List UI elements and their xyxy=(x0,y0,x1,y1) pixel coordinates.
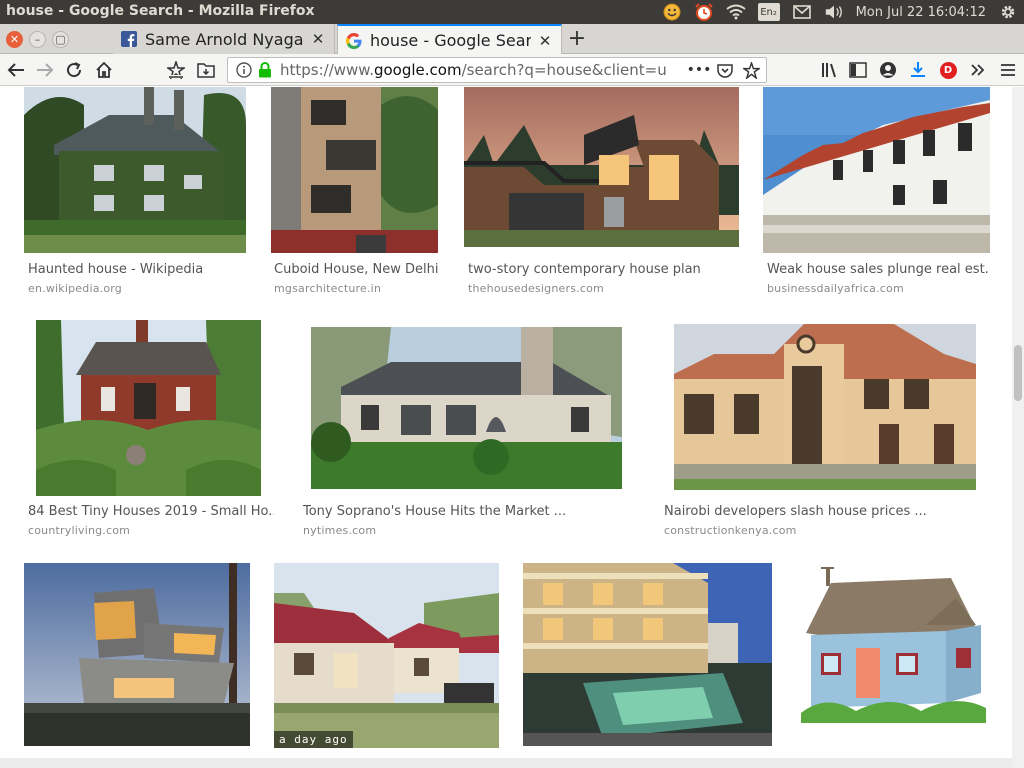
image-result[interactable]: Tony Soprano's House Hits the Market ...… xyxy=(299,320,636,542)
hamburger-menu-icon[interactable] xyxy=(996,58,1020,82)
tab-title: house - Google Search xyxy=(370,31,531,50)
site-info-icon[interactable] xyxy=(236,62,252,78)
tab-title: Same Arnold Nyaga xyxy=(145,29,304,49)
result-thumbnail[interactable] xyxy=(674,324,976,490)
result-source[interactable]: businessdailyafrica.com xyxy=(767,282,904,295)
window-title: house - Google Search - Mozilla Firefox xyxy=(6,3,315,19)
result-source[interactable]: mgsarchitecture.in xyxy=(274,282,381,295)
address-bar[interactable]: https://www.google.com/search?q=house&cl… xyxy=(227,57,767,83)
url-text[interactable]: https://www.google.com/search?q=house&cl… xyxy=(280,61,670,79)
image-result[interactable]: Nairobi developers slash house prices ..… xyxy=(660,320,990,542)
volume-icon[interactable] xyxy=(824,2,844,22)
result-title[interactable]: 84 Best Tiny Houses 2019 - Small Ho... xyxy=(28,504,274,519)
mail-icon[interactable] xyxy=(792,2,812,22)
window-minimize-button[interactable]: – xyxy=(29,31,46,48)
vertical-scrollbar[interactable] xyxy=(1012,87,1024,768)
scrollbar-thumb[interactable] xyxy=(1014,345,1022,401)
back-button[interactable] xyxy=(4,58,28,82)
image-result[interactable]: a day ago xyxy=(274,563,499,748)
result-thumbnail[interactable] xyxy=(523,563,772,746)
profile-badge: D xyxy=(939,61,957,79)
time-badge: a day ago xyxy=(274,731,353,748)
settings-gear-icon[interactable] xyxy=(998,2,1018,22)
os-top-bar: house - Google Search - Mozilla Firefox … xyxy=(0,0,1024,24)
forward-button[interactable] xyxy=(33,58,57,82)
page-actions-icon[interactable]: ••• xyxy=(687,61,712,79)
result-source[interactable]: nytimes.com xyxy=(303,524,376,537)
account-icon[interactable] xyxy=(876,58,900,82)
url-actions: ••• xyxy=(687,61,760,79)
image-result[interactable]: Weak house sales plunge real est... busi… xyxy=(763,87,990,300)
new-tab-button[interactable]: + xyxy=(566,26,588,51)
image-result[interactable] xyxy=(796,563,990,748)
wifi-icon[interactable] xyxy=(725,2,746,22)
sidebar-icon[interactable] xyxy=(846,58,870,82)
save-to-folder-icon[interactable] xyxy=(194,58,218,82)
alarm-clock-icon[interactable] xyxy=(694,2,714,22)
result-thumbnail[interactable] xyxy=(796,563,990,748)
url-domain: google.com xyxy=(373,61,462,79)
tab-strip: ✕ – ▢ Same Arnold Nyaga ✕ house - Google… xyxy=(0,24,1024,55)
navigation-toolbar: https://www.google.com/search?q=house&cl… xyxy=(0,54,1024,86)
horizontal-scrollbar[interactable] xyxy=(0,758,1012,768)
window-close-button[interactable]: ✕ xyxy=(6,31,23,48)
downloads-icon[interactable] xyxy=(906,58,930,82)
home-button[interactable] xyxy=(92,58,116,82)
result-source[interactable]: thehousedesigners.com xyxy=(468,282,604,295)
reload-button[interactable] xyxy=(62,58,86,82)
result-thumbnail[interactable] xyxy=(24,87,246,253)
extension-badge-icon[interactable]: D xyxy=(936,58,960,82)
image-result[interactable]: two-story contemporary house plan thehou… xyxy=(464,87,740,300)
pocket-icon[interactable] xyxy=(716,61,734,79)
bookmark-star-toolbar-icon[interactable] xyxy=(164,58,188,82)
url-path: /search?q=house&client=u xyxy=(461,61,667,79)
result-title[interactable]: Tony Soprano's House Hits the Market ... xyxy=(303,504,633,519)
tab-google-search[interactable]: house - Google Search ✕ xyxy=(337,24,562,55)
result-source[interactable]: constructionkenya.com xyxy=(664,524,797,537)
image-result[interactable] xyxy=(24,563,250,746)
result-source[interactable]: en.wikipedia.org xyxy=(28,282,122,295)
search-results-page: Haunted house - Wikipedia en.wikipedia.o… xyxy=(0,87,1012,768)
keyboard-layout-icon[interactable]: En₂ xyxy=(757,3,780,21)
result-thumbnail[interactable] xyxy=(271,87,438,253)
facebook-icon xyxy=(121,31,137,47)
result-title[interactable]: Haunted house - Wikipedia xyxy=(28,262,246,277)
tab-close-icon[interactable]: ✕ xyxy=(310,30,326,48)
bookmark-star-icon[interactable] xyxy=(742,61,760,79)
result-thumbnail[interactable] xyxy=(311,327,622,489)
tab-facebook[interactable]: Same Arnold Nyaga ✕ xyxy=(113,24,335,54)
result-thumbnail[interactable] xyxy=(36,320,261,496)
window-controls: ✕ – ▢ xyxy=(6,31,69,48)
result-thumbnail[interactable] xyxy=(763,87,990,253)
image-result[interactable] xyxy=(523,563,773,747)
result-source[interactable]: countryliving.com xyxy=(28,524,130,537)
tab-close-icon[interactable]: ✕ xyxy=(537,32,553,50)
smiley-icon[interactable] xyxy=(662,2,682,22)
system-clock[interactable]: Mon Jul 22 16:04:12 xyxy=(856,5,986,20)
image-result[interactable]: Cuboid House, New Delhi mgsarchitecture.… xyxy=(271,87,441,300)
result-thumbnail[interactable] xyxy=(24,563,250,746)
library-icon[interactable] xyxy=(818,58,842,82)
google-icon xyxy=(346,32,362,49)
url-prefix: https://www. xyxy=(280,61,374,79)
system-tray: En₂ Mon Jul 22 16:04:12 xyxy=(662,2,1018,22)
result-title[interactable]: two-story contemporary house plan xyxy=(468,262,740,277)
window-maximize-button[interactable]: ▢ xyxy=(52,31,69,48)
image-result[interactable]: 84 Best Tiny Houses 2019 - Small Ho... c… xyxy=(24,320,275,542)
result-thumbnail[interactable]: a day ago xyxy=(274,563,499,748)
image-result[interactable]: Haunted house - Wikipedia en.wikipedia.o… xyxy=(24,87,246,300)
secure-lock-icon[interactable] xyxy=(258,62,272,78)
result-title[interactable]: Nairobi developers slash house prices ..… xyxy=(664,504,986,519)
overflow-chevron-icon[interactable] xyxy=(966,58,990,82)
result-title[interactable]: Weak house sales plunge real est... xyxy=(767,262,989,277)
result-title[interactable]: Cuboid House, New Delhi xyxy=(274,262,439,277)
result-thumbnail[interactable] xyxy=(464,87,739,247)
